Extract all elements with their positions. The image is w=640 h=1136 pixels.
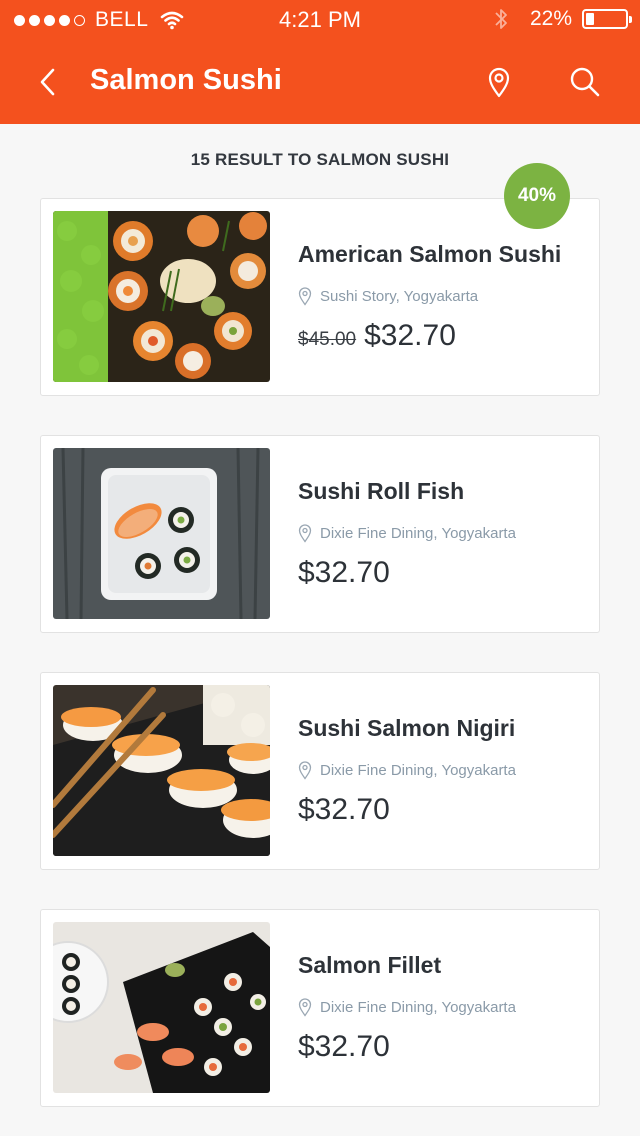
product-price-group: $32.70	[298, 793, 390, 827]
status-bar: BELL 4:21 PM 22%	[0, 0, 640, 40]
location-button[interactable]	[484, 62, 514, 102]
battery-percent: 22%	[529, 7, 572, 30]
bluetooth-icon	[494, 7, 508, 31]
product-price-group: $32.70	[298, 1030, 390, 1064]
page-title: Salmon Sushi	[90, 64, 282, 96]
product-image	[53, 685, 270, 856]
product-title: American Salmon Sushi	[298, 241, 562, 267]
search-button[interactable]	[567, 62, 603, 102]
product-image	[53, 211, 270, 382]
map-pin-icon	[298, 524, 312, 543]
product-price-group: $32.70	[298, 556, 390, 590]
search-icon	[570, 67, 600, 97]
map-pin-icon	[488, 67, 510, 98]
product-location-text: Dixie Fine Dining, Yogyakarta	[320, 761, 516, 779]
product-location-text: Dixie Fine Dining, Yogyakarta	[320, 998, 516, 1016]
product-card[interactable]: Sushi Salmon Nigiri Dixie Fine Dining, Y…	[40, 672, 600, 870]
product-price: $32.70	[298, 793, 390, 826]
product-price: $32.70	[298, 1030, 390, 1063]
product-image	[53, 448, 270, 619]
product-image	[53, 922, 270, 1093]
product-location-text: Sushi Story, Yogyakarta	[320, 287, 479, 305]
product-title: Sushi Salmon Nigiri	[298, 715, 516, 741]
app-header: BELL 4:21 PM 22% Salmon Sushi	[0, 0, 640, 124]
product-title: Salmon Fillet	[298, 952, 442, 978]
product-card[interactable]: Sushi Roll Fish Dixie Fine Dining, Yogya…	[40, 435, 600, 633]
product-location: Dixie Fine Dining, Yogyakarta	[298, 997, 516, 1017]
discount-badge: 40%	[504, 163, 570, 229]
product-location-text: Dixie Fine Dining, Yogyakarta	[320, 524, 516, 542]
product-location: Dixie Fine Dining, Yogyakarta	[298, 523, 516, 543]
battery-level	[586, 13, 594, 25]
product-card[interactable]: American Salmon Sushi Sushi Story, Yogya…	[40, 198, 600, 396]
chevron-left-icon	[40, 68, 55, 96]
battery-icon	[582, 9, 632, 29]
product-card[interactable]: Salmon Fillet Dixie Fine Dining, Yogyaka…	[40, 909, 600, 1107]
navbar: Salmon Sushi	[0, 40, 640, 124]
map-pin-icon	[298, 998, 312, 1017]
product-price: $32.70	[364, 319, 456, 352]
product-price-group: $45.00 $32.70	[298, 319, 456, 353]
map-pin-icon	[298, 287, 312, 306]
product-price: $32.70	[298, 556, 390, 589]
product-location: Dixie Fine Dining, Yogyakarta	[298, 760, 516, 780]
product-old-price: $45.00	[298, 329, 357, 350]
product-title: Sushi Roll Fish	[298, 478, 465, 504]
back-button[interactable]	[30, 62, 66, 102]
product-location: Sushi Story, Yogyakarta	[298, 286, 478, 306]
status-right: 22%	[494, 7, 632, 31]
map-pin-icon	[298, 761, 312, 780]
